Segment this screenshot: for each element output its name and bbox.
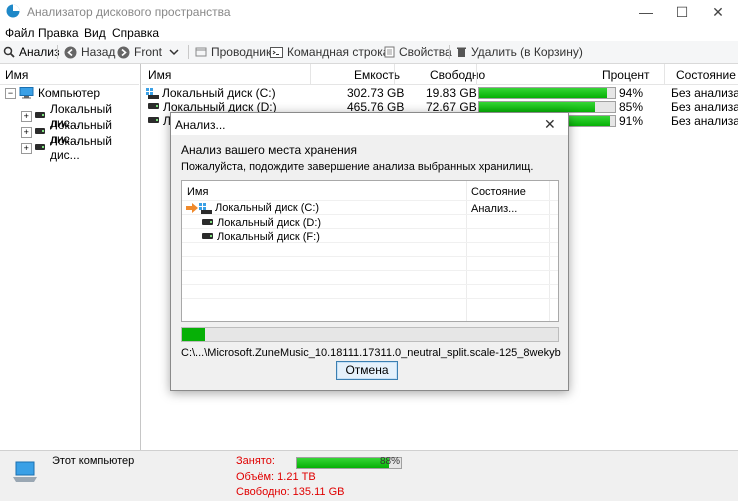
drive-system-icon	[199, 202, 212, 214]
properties-button[interactable]: Свойства	[384, 44, 452, 60]
table-row[interactable]: Л	[148, 114, 171, 128]
menu-edit[interactable]: Правка	[38, 26, 79, 40]
search-icon	[3, 46, 15, 58]
tree-root[interactable]: − Компьютер	[5, 86, 100, 100]
drive-icon	[202, 219, 213, 225]
dialog-close-icon[interactable]: ✕	[544, 116, 556, 133]
analyze-dialog: Анализ... ✕ Анализ вашего места хранения…	[170, 112, 569, 391]
forward-arrow-icon	[117, 46, 130, 58]
drive-icon	[148, 117, 159, 123]
app-icon	[6, 4, 20, 18]
list-item[interactable]: Локальный диск (C:)	[186, 202, 319, 214]
explorer-icon	[195, 47, 207, 57]
explorer-button[interactable]: Проводник	[195, 44, 271, 60]
dialog-title-bar: Анализ... ✕	[171, 113, 568, 135]
menu-view[interactable]: Вид	[84, 26, 106, 40]
scan-progress-bar	[181, 327, 559, 342]
toolbar: Анализ Назад Front Проводник Командная с…	[0, 41, 738, 64]
laptop-icon	[13, 461, 37, 482]
maximize-button[interactable]: ☐	[664, 0, 700, 24]
cmd-button[interactable]: Командная строка	[270, 44, 389, 60]
menu-bar: Файл Правка Вид Справка	[0, 24, 738, 41]
delete-button[interactable]: Удалить (в Корзину)	[456, 44, 583, 60]
col-state[interactable]: Состояние	[676, 68, 736, 82]
back-button[interactable]: Назад	[64, 44, 115, 60]
expand-icon[interactable]: +	[21, 142, 32, 154]
forward-button[interactable]: Front	[117, 44, 162, 60]
current-path: C:\...\Microsoft.ZuneMusic_10.18111.1731…	[181, 347, 561, 359]
drive-scan-list: Имя Состояние Локальный диск (C:) Анализ…	[181, 180, 559, 322]
collapse-icon[interactable]: −	[5, 87, 16, 99]
list-item[interactable]: Локальный диск (D:)	[202, 217, 321, 229]
usage-bar	[478, 87, 616, 99]
table-row[interactable]: Локальный диск (C:)	[146, 86, 276, 100]
folder-tree: Имя − Компьютер + Локальный дис... + Лок…	[0, 64, 141, 450]
drive-system-icon	[146, 87, 159, 99]
dialog-heading: Анализ вашего места хранения	[181, 143, 357, 157]
toolbar-separator	[188, 45, 189, 59]
status-bar: Этот компьютер Занято: 88% Объём: 1.21 T…	[0, 450, 738, 501]
menu-file[interactable]: Файл	[5, 26, 35, 40]
window-title: Анализатор дискового пространства	[27, 5, 231, 19]
close-button[interactable]: ✕	[700, 0, 736, 24]
drive-icon	[34, 144, 45, 150]
toolbar-separator	[449, 45, 450, 59]
trash-icon	[457, 47, 466, 57]
drive-icon	[148, 103, 159, 109]
chevron-down-icon	[169, 49, 179, 56]
menu-help[interactable]: Справка	[112, 26, 159, 40]
col-percent[interactable]: Процент	[602, 68, 650, 82]
list-item[interactable]: Локальный диск (F:)	[202, 231, 320, 243]
tree-item-drive[interactable]: + Локальный дис...	[21, 134, 140, 162]
title-bar: Анализатор дискового пространства — ☐ ✕	[0, 0, 738, 24]
drive-icon	[202, 233, 213, 239]
col-name[interactable]: Имя	[148, 68, 171, 82]
cancel-button[interactable]: Отмена	[336, 361, 398, 380]
toolbar-separator	[57, 45, 58, 59]
analyze-button[interactable]: Анализ	[3, 44, 60, 60]
dialog-title: Анализ...	[175, 118, 226, 132]
terminal-icon	[270, 46, 283, 58]
forward-dropdown[interactable]	[169, 44, 183, 60]
arrow-right-icon	[186, 203, 198, 213]
properties-icon	[384, 46, 395, 58]
computer-icon	[19, 87, 34, 99]
back-arrow-icon	[64, 46, 77, 58]
tree-header: Имя	[0, 64, 139, 85]
table-header: Имя Емкость Свободно Процент Состояние	[142, 64, 738, 85]
minimize-button[interactable]: —	[628, 0, 664, 24]
dialog-subtitle: Пожалуйста, подождите завершение анализа…	[181, 161, 534, 173]
